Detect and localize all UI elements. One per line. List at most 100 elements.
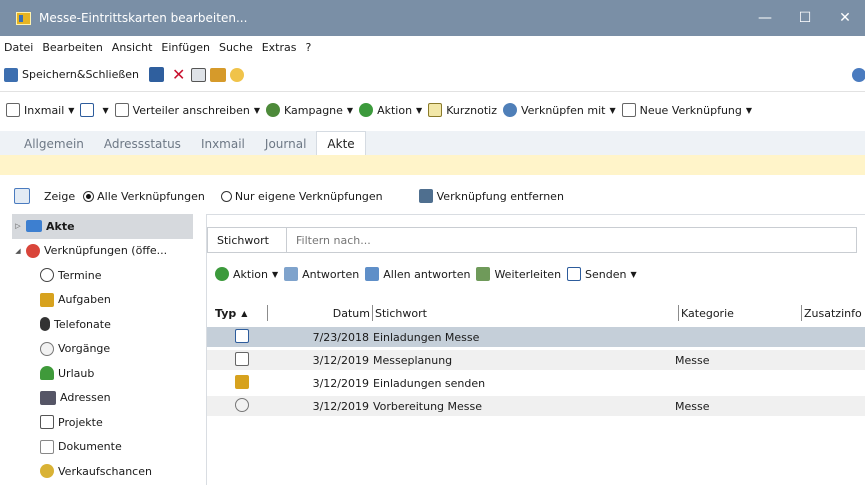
folder-icon bbox=[26, 220, 42, 233]
clock-icon bbox=[40, 268, 54, 283]
reply-icon bbox=[284, 267, 299, 281]
column-kategorie[interactable]: Kategorie bbox=[681, 303, 799, 323]
toolbar-actions: Inxmail ▼ ▼ Verteiler anschreiben ▼ Kampag… bbox=[0, 92, 865, 128]
tree-aufgaben[interactable]: Aufgaben bbox=[12, 288, 193, 313]
column-separator[interactable] bbox=[801, 305, 802, 321]
document-icon bbox=[114, 103, 129, 117]
tree-verknuepfungen[interactable]: ◢ Verknüpfungen (öffe... bbox=[12, 239, 193, 264]
menu-einfuegen[interactable]: Einfügen bbox=[161, 41, 210, 54]
mail-dropdown-button[interactable]: ▼ bbox=[80, 103, 109, 117]
allen-antworten-button[interactable]: Allen antworten bbox=[365, 267, 470, 281]
email-icon bbox=[235, 328, 249, 343]
info-icon[interactable] bbox=[852, 68, 865, 82]
email-icon bbox=[80, 103, 95, 117]
menu-ansicht[interactable]: Ansicht bbox=[112, 41, 153, 54]
layout-toggle-icon[interactable] bbox=[14, 188, 30, 204]
kurznotiz-button[interactable]: Kurznotiz bbox=[428, 103, 497, 117]
tab-adressstatus[interactable]: Adressstatus bbox=[94, 133, 191, 155]
campaign-icon bbox=[266, 103, 280, 117]
tab-inxmail[interactable]: Inxmail bbox=[191, 133, 255, 155]
column-stichwort[interactable]: Stichwort bbox=[375, 303, 676, 323]
tab-journal[interactable]: Journal bbox=[255, 133, 317, 155]
list-item[interactable]: 3/12/2019 Messeplanung Messe bbox=[207, 350, 865, 370]
search-input[interactable] bbox=[287, 227, 857, 253]
minimize-button[interactable]: — bbox=[745, 0, 785, 36]
list-item[interactable]: 3/12/2019 Vorbereitung Messe Messe bbox=[207, 396, 865, 416]
tree-urlaub[interactable]: Urlaub bbox=[12, 361, 193, 386]
chevron-down-icon: ▼ bbox=[68, 105, 75, 115]
list-item[interactable]: 7/23/2018 Einladungen Messe bbox=[207, 327, 865, 347]
coins-icon bbox=[40, 464, 54, 479]
app-icon bbox=[16, 11, 31, 25]
menu-datei[interactable]: Datei bbox=[4, 41, 33, 54]
print-icon[interactable] bbox=[191, 67, 207, 82]
chevron-down-icon: ▼ bbox=[253, 105, 260, 115]
save-icon[interactable] bbox=[149, 67, 165, 82]
save-close-button[interactable]: Speichern&Schließen bbox=[4, 67, 139, 82]
chevron-down-icon: ▼ bbox=[346, 105, 354, 115]
radio-eigene-label[interactable]: Nur eigene Verknüpfungen bbox=[235, 190, 383, 203]
column-separator[interactable] bbox=[267, 305, 268, 321]
radio-alle[interactable] bbox=[83, 190, 95, 202]
tree-akte[interactable]: ▷ Akte bbox=[12, 214, 193, 239]
tree-vorgaenge[interactable]: Vorgänge bbox=[12, 337, 193, 362]
radio-eigene[interactable] bbox=[220, 190, 232, 202]
chevron-down-icon: ▼ bbox=[745, 105, 753, 115]
aktion-button[interactable]: Aktion ▼ bbox=[359, 103, 422, 117]
kampagne-button[interactable]: Kampagne ▼ bbox=[266, 103, 353, 117]
filter-row: Zeige Alle Verknüpfungen Nur eigene Verk… bbox=[0, 185, 865, 207]
list-item[interactable]: 3/12/2019 Einladungen senden bbox=[207, 373, 865, 393]
verteiler-button[interactable]: Verteiler anschreiben ▼ bbox=[114, 103, 260, 117]
inxmail-button[interactable]: Inxmail ▼ bbox=[6, 103, 74, 117]
radio-alle-label[interactable]: Alle Verknüpfungen bbox=[97, 190, 205, 203]
menu-extras[interactable]: Extras bbox=[262, 41, 297, 54]
tree-verkaufschancen[interactable]: Verkaufschancen bbox=[12, 459, 193, 484]
aktion-list-button[interactable]: Aktion ▼ bbox=[215, 267, 278, 281]
link-people-icon bbox=[502, 103, 517, 117]
column-separator[interactable] bbox=[372, 305, 373, 321]
column-zusatzinfo[interactable]: Zusatzinfo bbox=[804, 303, 864, 323]
senden-button[interactable]: Senden ▼ bbox=[567, 267, 637, 281]
antworten-button[interactable]: Antworten bbox=[284, 267, 359, 281]
column-separator[interactable] bbox=[678, 305, 679, 321]
close-button[interactable]: ✕ bbox=[825, 0, 865, 36]
search-field-label[interactable]: Stichwort bbox=[207, 227, 287, 253]
neue-verknuepfung-button[interactable]: Neue Verknüpfung ▼ bbox=[621, 103, 753, 117]
delete-icon[interactable]: ✕ bbox=[172, 65, 185, 84]
remove-link-icon[interactable] bbox=[418, 189, 433, 203]
weiterleiten-button[interactable]: Weiterleiten bbox=[476, 267, 561, 281]
menu-suche[interactable]: Suche bbox=[219, 41, 253, 54]
reply-all-icon bbox=[365, 267, 380, 281]
column-datum[interactable]: Datum bbox=[270, 303, 370, 323]
window-title: Messe-Eintrittskarten bearbeiten... bbox=[39, 11, 248, 25]
help-icon[interactable] bbox=[230, 67, 245, 82]
tree-telefonate[interactable]: Telefonate bbox=[12, 312, 193, 337]
remove-link-label[interactable]: Verknüpfung entfernen bbox=[437, 190, 564, 203]
chevron-down-icon: ▼ bbox=[102, 105, 109, 115]
chevron-down-icon: ▼ bbox=[630, 269, 637, 279]
tab-bar: Allgemein Adressstatus Inxmail Journal A… bbox=[0, 131, 865, 155]
menu-help[interactable]: ? bbox=[306, 41, 312, 54]
toolbar-main: Speichern&Schließen ✕ bbox=[0, 58, 865, 92]
address-icon bbox=[40, 390, 56, 405]
menu-bar: Datei Bearbeiten Ansicht Einfügen Suche … bbox=[0, 36, 865, 58]
menu-bearbeiten[interactable]: Bearbeiten bbox=[42, 41, 102, 54]
new-link-icon bbox=[621, 103, 636, 117]
people-icon[interactable] bbox=[210, 67, 227, 82]
tree-adressen[interactable]: Adressen bbox=[12, 386, 193, 411]
tab-akte[interactable]: Akte bbox=[316, 131, 366, 155]
maximize-button[interactable]: ☐ bbox=[785, 0, 825, 36]
column-typ[interactable]: Typ ▲ bbox=[207, 303, 265, 323]
sidebar-tree: ▷ Akte ◢ Verknüpfungen (öffe... Termine … bbox=[12, 214, 193, 485]
tree-dokumente[interactable]: Dokumente bbox=[12, 435, 193, 460]
verknuepfen-button[interactable]: Verknüpfen mit ▼ bbox=[502, 103, 616, 117]
collapse-icon[interactable]: ◢ bbox=[12, 247, 24, 255]
chevron-down-icon: ▼ bbox=[416, 105, 423, 115]
tree-termine[interactable]: Termine bbox=[12, 263, 193, 288]
tree-projekte[interactable]: Projekte bbox=[12, 410, 193, 435]
tab-allgemein[interactable]: Allgemein bbox=[14, 133, 94, 155]
inxmail-icon bbox=[6, 103, 20, 117]
forward-icon bbox=[476, 267, 491, 281]
task-icon bbox=[40, 292, 54, 307]
expand-icon[interactable]: ▷ bbox=[12, 222, 24, 230]
